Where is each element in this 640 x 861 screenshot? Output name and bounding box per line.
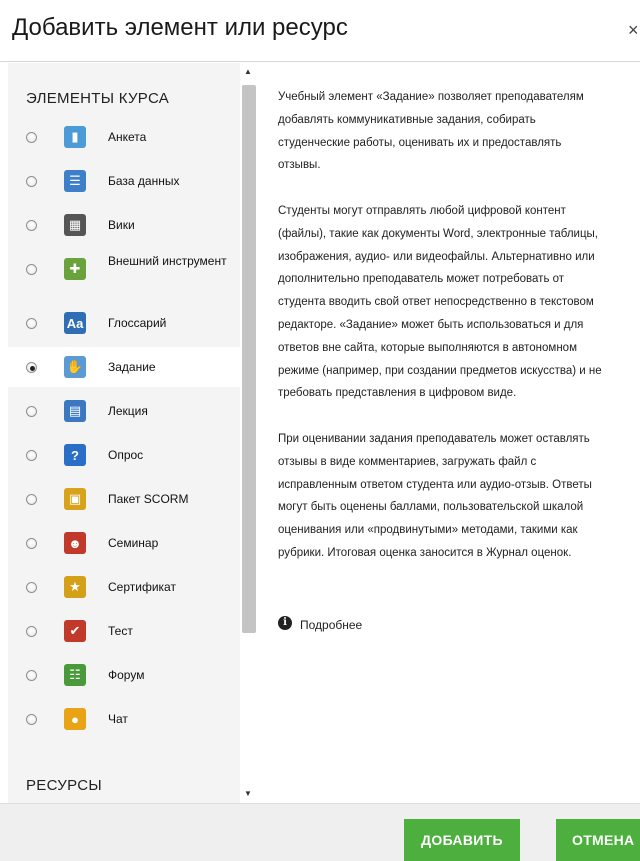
description-line: редакторе. «Задание» может быть использо… (278, 319, 584, 331)
module-radio[interactable] (26, 494, 37, 505)
module-chooser-list: ЭЛЕМЕНТЫ КУРСА ▮ Анкета ☰ База данных ▦ Вики ✚… (8, 63, 258, 803)
module-label: Лекция (108, 404, 148, 418)
module-label: Тест (108, 624, 133, 638)
module-radio[interactable] (26, 538, 37, 549)
scrollbar-thumb[interactable] (242, 85, 256, 633)
feedback-icon: ▮ (64, 126, 86, 148)
module-radio[interactable] (26, 714, 37, 725)
description-line: Студенты могут отправлять любой цифровой… (278, 205, 566, 217)
description-line: оценивания или «продвинутыми» методами, … (278, 524, 578, 537)
module-item[interactable]: ☰ База данных (8, 161, 240, 201)
module-radio[interactable] (26, 450, 37, 461)
module-item[interactable]: ★ Сертификат (8, 567, 240, 607)
module-label: База данных (108, 174, 180, 188)
more-help-link[interactable]: Подробнее (300, 618, 362, 632)
module-label: Сертификат (108, 580, 176, 594)
module-label: Чат (108, 712, 128, 726)
module-label: Семинар (108, 536, 159, 550)
module-item[interactable]: ☻ Семинар (8, 523, 240, 563)
scroll-down-arrow-icon[interactable]: ▼ (244, 789, 252, 798)
module-item[interactable]: ☷ Форум (8, 655, 240, 695)
description-line: режиме (например, при создании предметов… (278, 364, 602, 377)
description-line: (файлы), такие как документы Word, элект… (278, 227, 599, 240)
module-label: Опрос (108, 448, 144, 462)
module-label: Глоссарий (108, 316, 167, 330)
database-icon: ☰ (64, 170, 86, 192)
description-line: студенческие работы, оценивать их и пред… (278, 136, 562, 149)
module-radio[interactable] (26, 318, 37, 329)
info-icon: i (278, 616, 292, 630)
description-line: студента вводить свой ответ непосредстве… (278, 296, 594, 309)
close-icon[interactable]: × (628, 20, 639, 41)
module-label: Задание (108, 360, 156, 374)
module-item[interactable]: ▤ Лекция (8, 391, 240, 431)
assignment-icon: ✋ (64, 356, 86, 378)
description-line: добавлять коммуникативные задания, собир… (278, 113, 536, 126)
module-item[interactable]: ? Опрос (8, 435, 240, 475)
module-item[interactable]: ▮ Анкета (8, 117, 240, 157)
module-radio[interactable] (26, 176, 37, 187)
wiki-icon: ▦ (64, 214, 86, 236)
module-label: Форум (108, 668, 145, 682)
module-radio[interactable] (26, 582, 37, 593)
workshop-icon: ☻ (64, 532, 86, 554)
section-heading-resources: РЕСУРСЫ (26, 777, 102, 794)
quiz-icon: ✔ (64, 620, 86, 642)
module-radio[interactable] (26, 362, 37, 373)
scorm-icon: ▣ (64, 488, 86, 510)
scroll-up-arrow-icon[interactable]: ▲ (244, 67, 252, 76)
module-item[interactable]: ● Чат (8, 699, 240, 739)
module-item[interactable]: ✚ Внешний инструмент (8, 249, 240, 289)
add-button[interactable]: ДОБАВИТЬ (404, 819, 520, 861)
description-line: отзывы в виде комментариев, загружать фа… (278, 455, 537, 468)
description-line: могут быть оценены баллами, пользователь… (278, 501, 584, 514)
question-icon: ? (64, 444, 86, 466)
glossary-icon: Aa (64, 312, 86, 334)
module-item[interactable]: ▣ Пакет SCORM (8, 479, 240, 519)
description-line: При оценивании задания преподаватель мож… (278, 433, 590, 445)
external-tool-icon: ✚ (64, 258, 86, 280)
module-description-panel: Учебный элемент «Задание» позволяет преп… (262, 63, 640, 803)
description-line: изображения, аудио- или видеофайлы. Альт… (278, 250, 595, 263)
module-label: Внешний инструмент (108, 254, 227, 268)
module-label: Вики (108, 218, 135, 232)
description-line: требовать представления в цифровом виде. (278, 387, 517, 400)
list-scrollbar[interactable]: ▲ ▼ (240, 63, 258, 803)
cancel-button[interactable]: ОТМЕНА (556, 819, 640, 861)
description-line: Учебный элемент «Задание» позволяет преп… (278, 91, 584, 103)
module-item[interactable]: ▦ Вики (8, 205, 240, 245)
module-label: Пакет SCORM (108, 492, 189, 506)
module-label: Анкета (108, 130, 147, 144)
dialog-title: Добавить элемент или ресурс (12, 14, 348, 41)
module-radio[interactable] (26, 220, 37, 231)
module-radio[interactable] (26, 626, 37, 637)
forum-icon: ☷ (64, 664, 86, 686)
module-radio[interactable] (26, 264, 37, 275)
module-radio[interactable] (26, 670, 37, 681)
module-radio[interactable] (26, 406, 37, 417)
lesson-icon: ▤ (64, 400, 86, 422)
module-item[interactable]: Aa Глоссарий (8, 303, 240, 343)
dialog-footer (0, 803, 640, 861)
certificate-icon: ★ (64, 576, 86, 598)
section-heading-activities: ЭЛЕМЕНТЫ КУРСА (26, 90, 170, 107)
dialog-header: Добавить элемент или ресурс × (0, 0, 640, 62)
module-item[interactable]: ✔ Тест (8, 611, 240, 651)
description-line: ответов вне сайта, которые выполняются в… (278, 341, 577, 354)
chat-icon: ● (64, 708, 86, 730)
description-line: исправленным ответом студента или аудио-… (278, 478, 592, 491)
module-radio[interactable] (26, 132, 37, 143)
module-item[interactable]: ✋ Задание (8, 347, 240, 387)
description-line: дополнительно преподаватель может потреб… (278, 273, 565, 286)
description-line: рубрики. Итоговая оценка заносится в Жур… (278, 547, 572, 559)
description-line: отзывы. (278, 159, 321, 172)
